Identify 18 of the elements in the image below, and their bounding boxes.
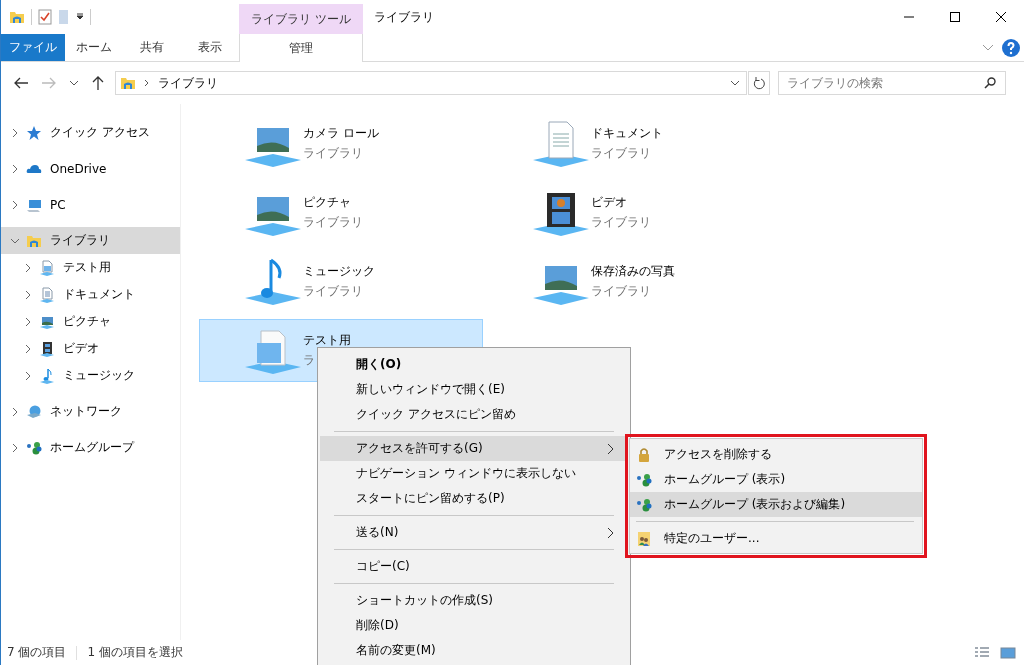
library-type: ライブラリ xyxy=(591,145,652,162)
library-type: ライブラリ xyxy=(303,214,363,231)
library-name: ミュージック xyxy=(303,263,375,280)
library-type: ライブラリ xyxy=(303,145,364,162)
selection-count: 1 個の項目を選択 xyxy=(87,644,183,661)
library-name: テスト用 xyxy=(303,332,351,349)
library-name: ドキュメント xyxy=(591,125,663,142)
library-name: ピクチャ xyxy=(303,194,352,211)
item-count: 7 個の項目 xyxy=(7,644,67,661)
library-name: ビデオ xyxy=(591,194,628,211)
window-title: ライブラリ xyxy=(374,8,434,26)
library-type: ライブラリ xyxy=(303,283,364,300)
contextual-tab-group-label: ライブラリ ツール xyxy=(239,4,363,34)
library-name: カメラ ロール xyxy=(303,125,379,142)
library-name: 保存済みの写真 xyxy=(591,263,675,280)
library-type: ラ xyxy=(303,352,316,369)
library-type: ライブラリ xyxy=(591,283,652,300)
library-type: ライブラリ xyxy=(591,214,651,231)
